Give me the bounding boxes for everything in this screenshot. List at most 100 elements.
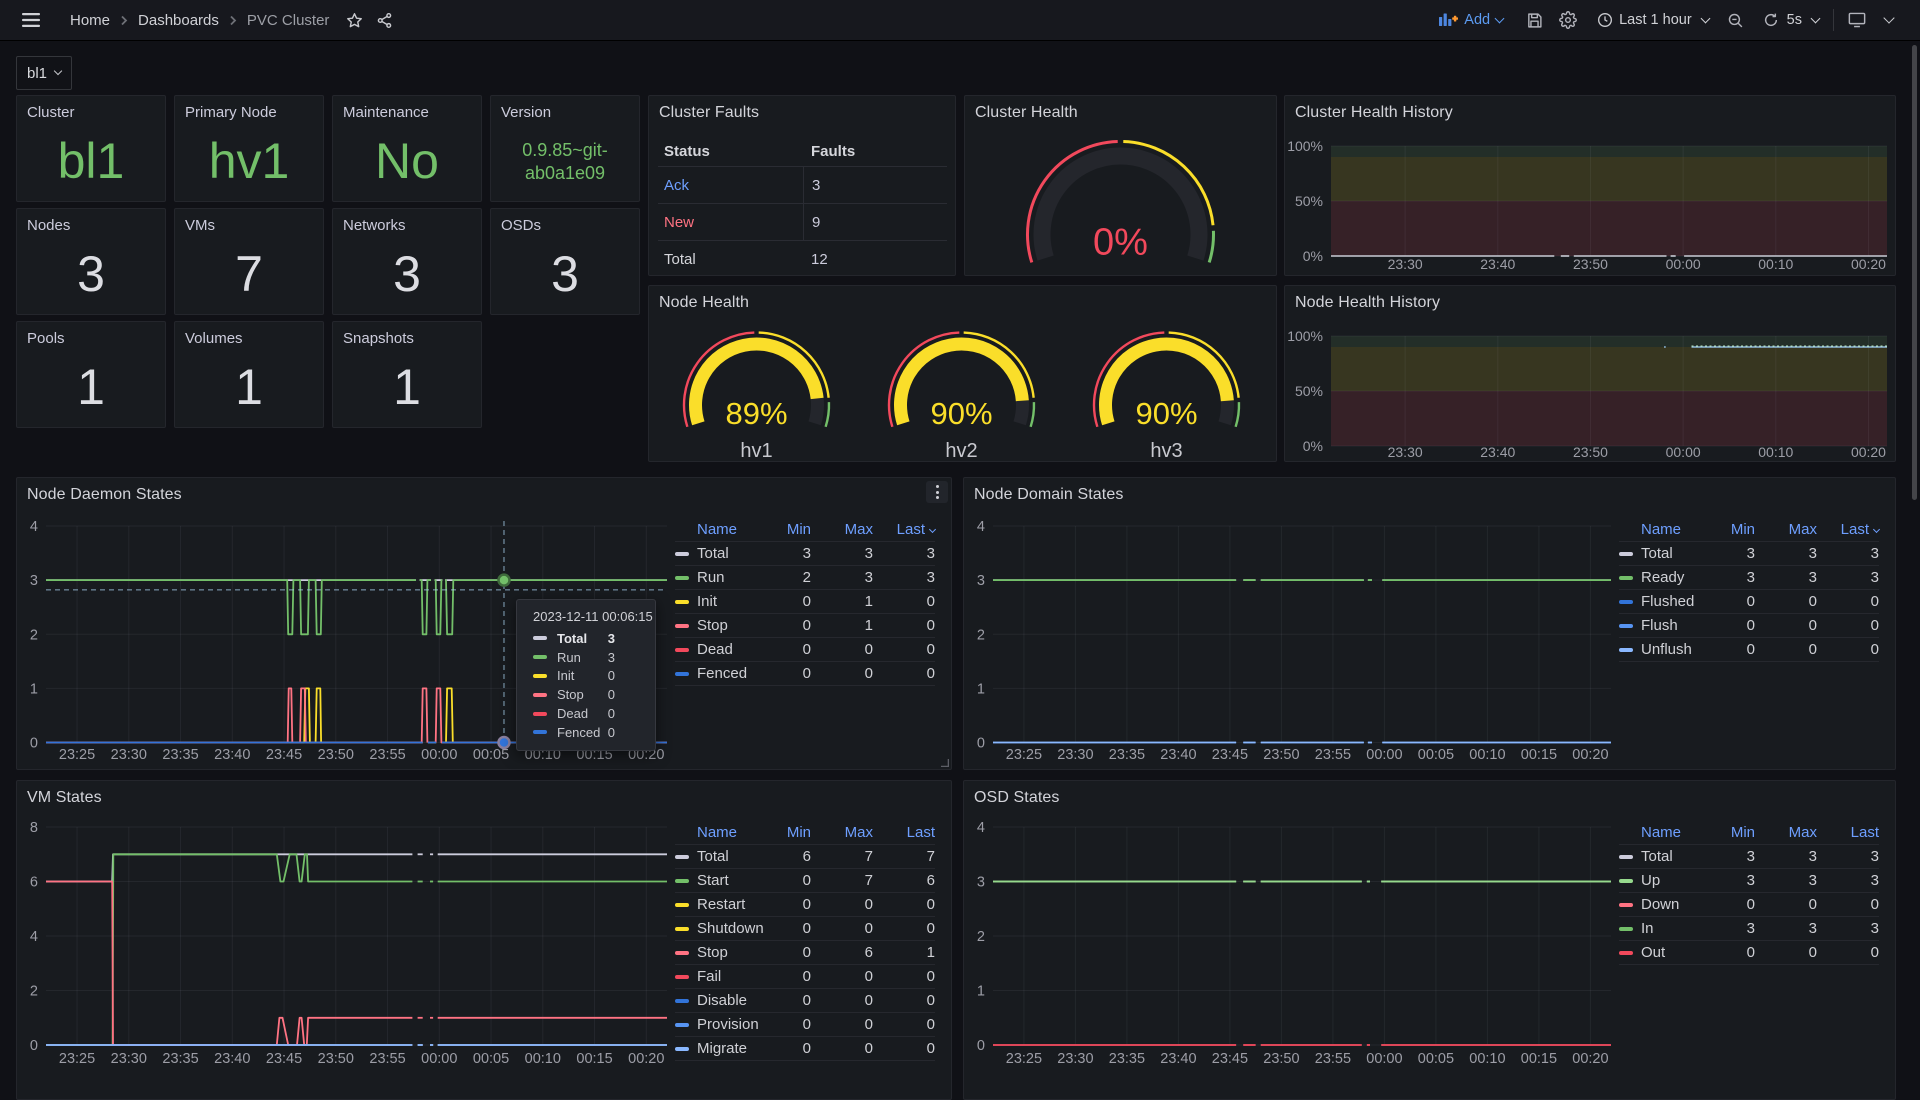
x-axis-label: 23:45 [1212, 1051, 1248, 1067]
legend-series-min: 0 [749, 944, 811, 961]
panel-node-health: Node Health89%hv190%hv290%hv3 [648, 285, 1277, 462]
variable-cluster-picker[interactable]: bl1 [16, 56, 72, 90]
legend-col-max[interactable]: Max [811, 521, 873, 538]
y-axis-label: 50% [1295, 383, 1323, 399]
legend-series-name[interactable]: Down [1641, 896, 1693, 913]
legend-swatch-wrap [1619, 879, 1641, 883]
zoom-out-icon[interactable] [1721, 5, 1751, 35]
legend-series-max: 0 [811, 1016, 873, 1033]
legend-swatch-wrap [1619, 951, 1641, 955]
panel-menu-button[interactable] [926, 481, 948, 503]
faults-value-cell: 12 [803, 241, 947, 277]
legend-series-max: 0 [811, 1040, 873, 1057]
legend-col-max[interactable]: Max [811, 824, 873, 841]
legend-series-name[interactable]: In [1641, 920, 1693, 937]
y-axis-label: 4 [977, 519, 985, 535]
panel-resize-handle[interactable] [941, 759, 949, 767]
panel-osd-states: OSD States0123423:2523:3023:3523:4023:45… [963, 780, 1896, 1100]
toolbar-expand-icon[interactable] [1874, 5, 1904, 35]
legend-series-name[interactable]: Disable [697, 992, 749, 1009]
legend-series-name[interactable]: Stop [697, 617, 749, 634]
legend-series-name[interactable]: Fenced [697, 665, 749, 682]
legend-row-dead: Dead000 [675, 638, 935, 662]
legend-series-name[interactable]: Restart [697, 896, 749, 913]
legend-series-swatch [675, 903, 689, 907]
gauge-threshold-arc [1236, 402, 1239, 427]
legend-series-min: 0 [749, 641, 811, 658]
settings-gear-icon[interactable] [1553, 5, 1583, 35]
legend-col-name[interactable]: Name [697, 824, 749, 841]
x-axis-label: 00:20 [1851, 444, 1886, 460]
legend-series-name[interactable]: Ready [1641, 569, 1693, 586]
tv-kiosk-icon[interactable] [1842, 5, 1872, 35]
legend-series-max: 7 [811, 872, 873, 889]
series-line-run [435, 580, 443, 634]
legend-series-name[interactable]: Shutdown [697, 920, 749, 937]
legend-series-name[interactable]: Stop [697, 944, 749, 961]
legend-series-name[interactable]: Start [697, 872, 749, 889]
legend-col-max[interactable]: Max [1755, 824, 1817, 841]
legend-series-name[interactable]: Total [697, 545, 749, 562]
x-axis-label: 00:00 [421, 1051, 457, 1067]
stat-value: 3 [17, 245, 165, 304]
legend-series-name[interactable]: Total [697, 848, 749, 865]
menu-toggle-icon[interactable] [16, 5, 46, 35]
panel-vm-states: VM States0246823:2523:3023:3523:4023:452… [16, 780, 952, 1100]
legend-series-name[interactable]: Up [1641, 872, 1693, 889]
refresh-picker[interactable]: 5s [1757, 5, 1825, 35]
legend-series-name[interactable]: Fail [697, 968, 749, 985]
stat-value: 3 [333, 245, 481, 304]
threshold-band [1331, 391, 1887, 446]
legend-series-name[interactable]: Run [697, 569, 749, 586]
legend-col-last[interactable]: Last [1817, 824, 1879, 841]
legend-series-name[interactable]: Flushed [1641, 593, 1693, 610]
legend-col-name[interactable]: Name [697, 521, 749, 538]
legend-col-max[interactable]: Max [1755, 521, 1817, 538]
legend-series-max: 0 [1755, 641, 1817, 658]
legend-series-name[interactable]: Migrate [697, 1040, 749, 1057]
legend-series-name[interactable]: Out [1641, 944, 1693, 961]
legend-series-name[interactable]: Provision [697, 1016, 749, 1033]
legend-series-name[interactable]: Init [697, 593, 749, 610]
legend-series-name[interactable]: Flush [1641, 617, 1693, 634]
x-axis-label: 00:05 [1418, 747, 1454, 763]
legend-col-min[interactable]: Min [749, 521, 811, 538]
legend-series-name[interactable]: Total [1641, 545, 1693, 562]
add-button[interactable]: Add [1433, 5, 1509, 35]
time-range-picker[interactable]: Last 1 hour [1591, 5, 1715, 35]
legend-row-disable: Disable000 [675, 989, 935, 1013]
gauge-threshold-arc [1209, 231, 1213, 263]
legend-col-last[interactable]: Last [873, 521, 935, 538]
faults-row-new: New9 [658, 203, 947, 240]
legend-col-name[interactable]: Name [1641, 824, 1693, 841]
legend-col-min[interactable]: Min [1693, 824, 1755, 841]
legend-col-min[interactable]: Min [749, 824, 811, 841]
tooltip-series-name: Fenced [557, 725, 599, 740]
scrollbar-thumb[interactable] [1912, 45, 1917, 500]
legend-series-name[interactable]: Total [1641, 848, 1693, 865]
faults-col-status: Status [658, 143, 803, 160]
legend-row-run: Run233 [675, 566, 935, 590]
legend-header: NameMinMaxLast [1619, 821, 1879, 845]
panel-title: Cluster Faults [659, 104, 759, 122]
panel-node-health-history: Node Health History0%50%100%23:3023:4023… [1284, 285, 1896, 462]
x-axis-label: 00:15 [1521, 747, 1557, 763]
legend-col-min[interactable]: Min [1693, 521, 1755, 538]
legend-series-swatch [1619, 903, 1633, 907]
legend-series-name[interactable]: Unflush [1641, 641, 1693, 658]
faults-status-cell[interactable]: New [658, 214, 803, 231]
star-icon[interactable] [339, 5, 369, 35]
legend-col-name[interactable]: Name [1641, 521, 1693, 538]
legend-series-name[interactable]: Dead [697, 641, 749, 658]
save-dashboard-icon[interactable] [1519, 5, 1549, 35]
breadcrumb-home[interactable]: Home [70, 12, 110, 29]
legend-col-last[interactable]: Last [873, 824, 935, 841]
faults-status-cell[interactable]: Ack [658, 177, 803, 194]
tooltip-series-value: 3 [599, 631, 615, 646]
y-axis-label: 0 [977, 736, 985, 752]
share-icon[interactable] [369, 5, 399, 35]
breadcrumb-dashboards[interactable]: Dashboards [138, 12, 219, 29]
legend-series-max: 6 [811, 944, 873, 961]
stat-label: VMs [185, 217, 215, 234]
legend-col-last[interactable]: Last [1817, 521, 1879, 538]
